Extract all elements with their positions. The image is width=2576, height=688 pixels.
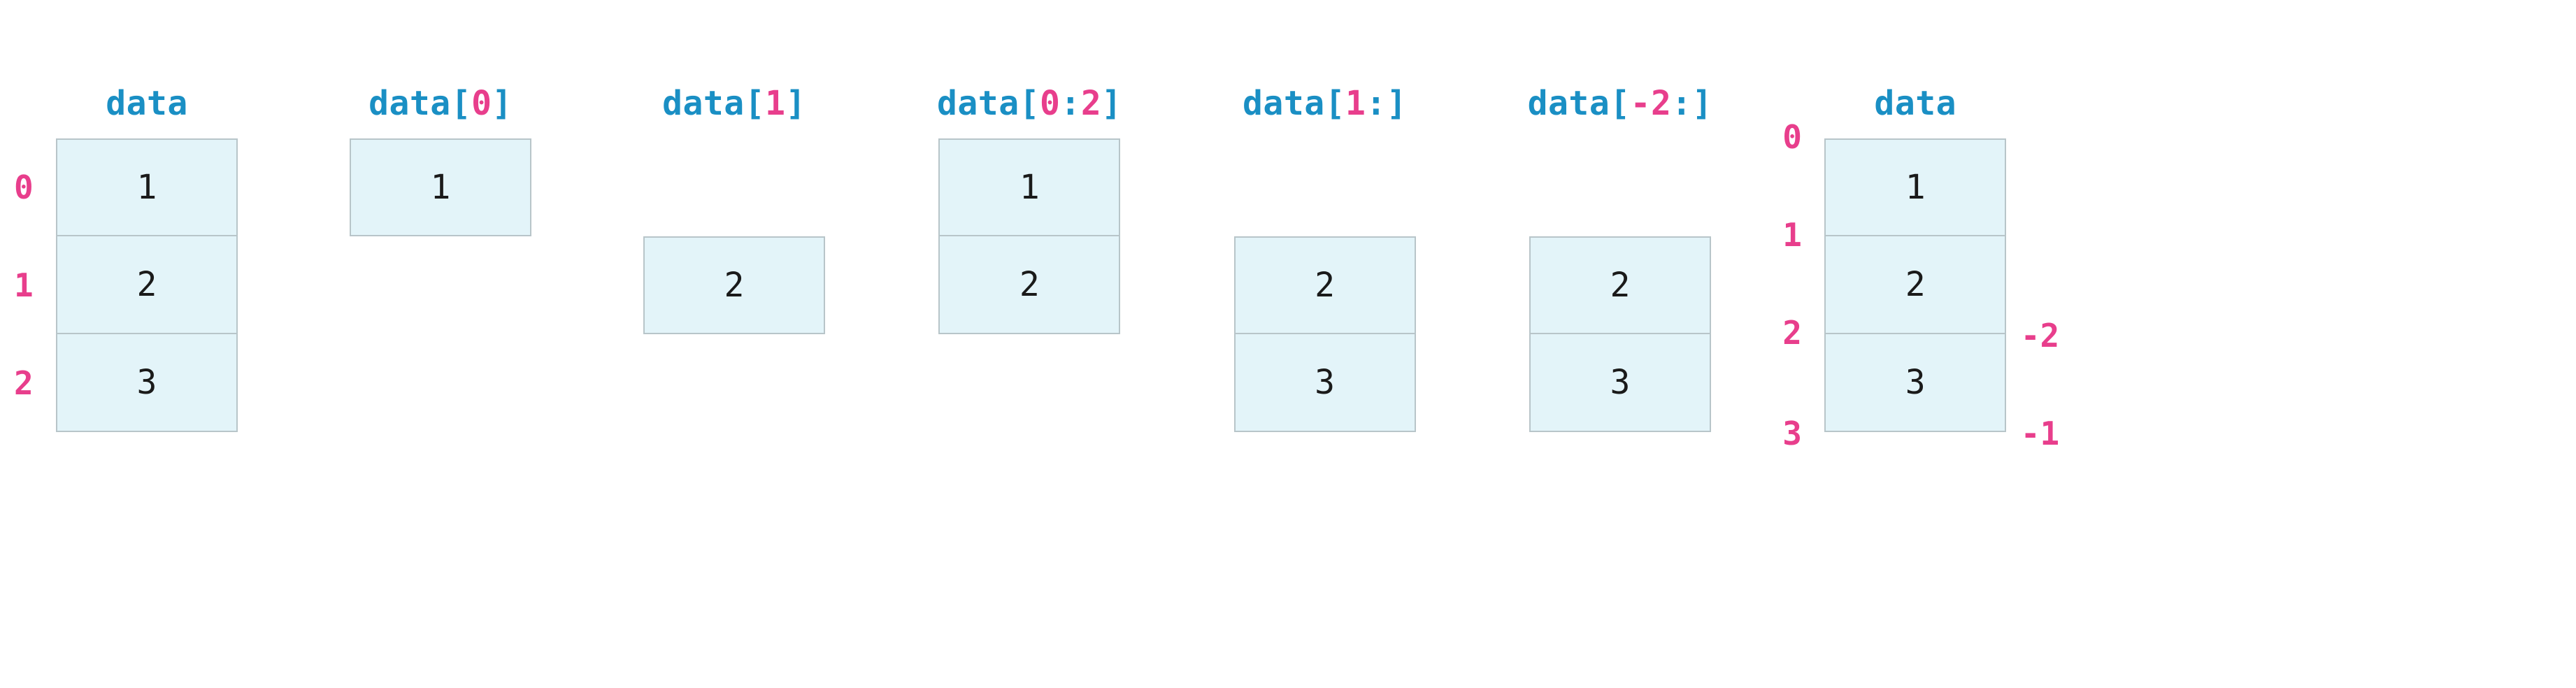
cell-value: 1 — [938, 138, 1120, 236]
cell-value: 1 — [1824, 138, 2006, 236]
cell-value: 1 — [350, 138, 531, 236]
index-label-left: 2 — [14, 367, 34, 399]
cell-row: 3 — [1529, 334, 1711, 432]
title-token: 0 — [471, 84, 492, 123]
panel-p0: data 011223 — [56, 84, 238, 432]
cell-row: 3 — [1234, 334, 1416, 432]
panel-title: data[-2:] — [1528, 84, 1713, 123]
title-token: data[ — [662, 84, 765, 123]
index-label-left: 1 — [1782, 219, 1802, 251]
cell-row: 01 — [56, 138, 238, 236]
panel-p5: data[-2:] 23 — [1528, 84, 1713, 432]
panel-p6: data 0112-223-13 — [1824, 84, 2006, 432]
cell-row: 12-2 — [1824, 236, 2006, 334]
index-label-left: 1 — [14, 269, 34, 301]
index-label-right: -2 — [2021, 320, 2059, 352]
title-token: ] — [1101, 84, 1122, 123]
title-token: data — [1874, 84, 1956, 123]
cell-value: 2 — [938, 236, 1120, 334]
indexing-diagram: data011223data[0]1data[1]2data[0:2]12dat… — [56, 84, 2520, 432]
cell-row: 2 — [1234, 236, 1416, 334]
cell-row: 2 — [1529, 236, 1711, 334]
cell-value: 1 — [56, 138, 238, 236]
cell-value: 2 — [1234, 236, 1416, 334]
panel-p1: data[0] 1 — [350, 84, 531, 236]
panel-title: data[0:2] — [937, 84, 1122, 123]
title-token: 1 — [765, 84, 785, 123]
cell-value: 2 — [1529, 236, 1711, 334]
cell-row: 1 — [938, 138, 1120, 236]
cells: 2 — [643, 236, 825, 334]
panel-title: data[0] — [368, 84, 513, 123]
cells: 23 — [1529, 236, 1711, 432]
title-token: : — [1060, 84, 1080, 123]
panel-p4: data[1:] 23 — [1234, 84, 1416, 432]
panel-p3: data[0:2]12 — [937, 84, 1122, 334]
title-token: :] — [1366, 84, 1407, 123]
cell-value: 2 — [56, 236, 238, 334]
cell-row: 01 — [1824, 138, 2006, 236]
title-token: -2 — [1631, 84, 1672, 123]
cell-row: 23-13 — [1824, 334, 2006, 432]
cell-value: 3 — [56, 334, 238, 432]
title-token: data[ — [1528, 84, 1631, 123]
panel-title: data[1] — [662, 84, 806, 123]
cell-value: 3 — [1529, 334, 1711, 432]
index-label-left: 0 — [1782, 121, 1802, 153]
panel-title: data[1:] — [1243, 84, 1407, 123]
index-label-terminal: 3 — [1782, 417, 1802, 450]
index-label-right: -1 — [2021, 417, 2059, 450]
cell-row: 2 — [643, 236, 825, 334]
title-token: ] — [492, 84, 513, 123]
cell-value: 3 — [1234, 334, 1416, 432]
title-token: data[ — [368, 84, 471, 123]
cell-value: 2 — [1824, 236, 2006, 334]
title-token: 2 — [1081, 84, 1101, 123]
cells: 1 — [350, 138, 531, 236]
title-token: 0 — [1040, 84, 1060, 123]
cell-value: 3 — [1824, 334, 2006, 432]
title-token: data — [106, 84, 188, 123]
title-token: data[ — [1243, 84, 1345, 123]
title-token: 1 — [1345, 84, 1366, 123]
cells: 011223 — [56, 138, 238, 432]
index-label-left: 0 — [14, 171, 34, 203]
cell-row: 2 — [938, 236, 1120, 334]
cells: 12 — [938, 138, 1120, 334]
title-token: ] — [786, 84, 806, 123]
title-token: data[ — [937, 84, 1040, 123]
panel-title: data — [1874, 84, 1956, 123]
cells: 0112-223-13 — [1824, 138, 2006, 432]
title-token: :] — [1671, 84, 1712, 123]
panel-title: data — [106, 84, 188, 123]
index-label-left: 2 — [1782, 317, 1802, 349]
cell-row: 1 — [350, 138, 531, 236]
panel-p2: data[1] 2 — [643, 84, 825, 334]
cell-row: 23 — [56, 334, 238, 432]
cell-row: 12 — [56, 236, 238, 334]
cell-value: 2 — [643, 236, 825, 334]
cells: 23 — [1234, 236, 1416, 432]
